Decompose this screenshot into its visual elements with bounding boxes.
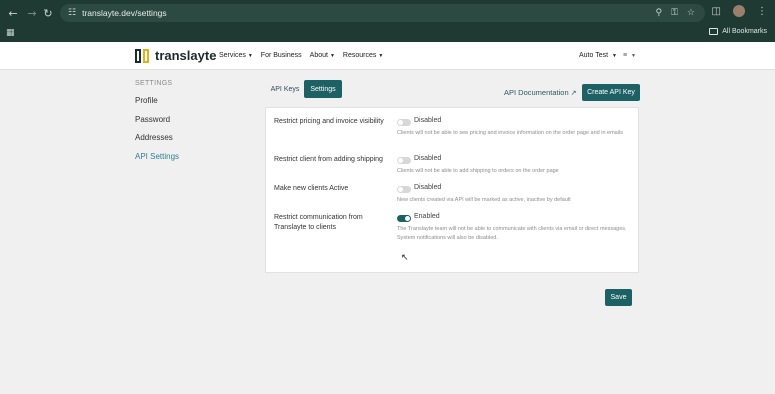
setting-description: Clients will not be able to see pricing … (397, 130, 623, 136)
external-link-icon: ↗ (570, 88, 577, 97)
settings-card: Restrict pricing and invoice visibility … (265, 107, 639, 306)
top-nav: Services ▼ For Business About ▼ Resources ▼ (219, 52, 383, 59)
setting-label: Restrict client from adding shipping (274, 156, 383, 163)
setting-description: New clients created via API will be mark… (397, 197, 571, 203)
reload-icon[interactable]: ↻ (40, 5, 56, 21)
nav-resources[interactable]: Resources ▼ (343, 52, 383, 59)
language-menu[interactable]: ≡ ▼ (623, 52, 636, 59)
sidebar-item-password[interactable]: Password (135, 115, 179, 124)
toggle-new-clients-active[interactable] (397, 186, 411, 193)
toggle-restrict-communication[interactable] (397, 215, 411, 222)
chevron-down-icon: ▼ (247, 53, 253, 59)
setting-status: Disabled (414, 117, 442, 124)
more-menu-icon[interactable]: ⋮ (757, 6, 767, 17)
forward-icon[interactable]: → (24, 5, 40, 21)
all-bookmarks-label: All Bookmarks (722, 28, 767, 35)
site-settings-icon[interactable]: ☷ (68, 8, 76, 18)
nav-about[interactable]: About ▼ (310, 52, 335, 59)
user-name: Auto Test (579, 52, 609, 59)
setting-status: Enabled (414, 213, 440, 220)
back-icon[interactable]: ← (5, 5, 21, 21)
chevron-down-icon: ▼ (631, 53, 636, 59)
browser-toolbar: ← → ↻ ☷ translayte.dev/settings ⚲ ⚿ ☆ ◫ … (0, 0, 775, 26)
sidebar-heading: SETTINGS (135, 80, 173, 87)
url-text[interactable]: translayte.dev/settings (82, 8, 167, 18)
language-icon: ≡ (623, 52, 628, 59)
save-button[interactable]: Save (605, 289, 632, 306)
settings-sidebar: SETTINGS Profile Password Addresses API … (135, 80, 179, 170)
api-documentation-link[interactable]: API Documentation ↗ (504, 88, 577, 97)
address-bar[interactable]: ☷ translayte.dev/settings ⚲ ⚿ ☆ (60, 4, 705, 22)
setting-description: Clients will not be able to add shipping… (397, 168, 559, 174)
logo-mark-icon (135, 48, 149, 63)
password-key-icon[interactable]: ⚿ (671, 8, 678, 18)
tab-api-keys[interactable]: API Keys (266, 80, 304, 98)
setting-description: The Translayte team will not be able to … (397, 226, 627, 241)
tab-settings[interactable]: Settings (304, 80, 342, 98)
sidebar-item-addresses[interactable]: Addresses (135, 133, 179, 142)
api-documentation-label: API Documentation (504, 88, 569, 97)
setting-status: Disabled (414, 155, 442, 162)
setting-label: Make new clients Active (274, 185, 349, 192)
apps-grid-icon[interactable]: ▦ (6, 28, 15, 38)
setting-label: Restrict pricing and invoice visibility (274, 118, 384, 125)
site-header: translayte Services ▼ For Business About ▼… (0, 42, 775, 70)
create-api-key-button[interactable]: Create API Key (582, 84, 640, 101)
folder-icon (709, 28, 719, 35)
mouse-pointer-icon: ↖ (401, 253, 409, 263)
setting-label: Restrict communication from Translayte t… (274, 214, 363, 231)
chevron-down-icon: ▼ (329, 53, 335, 59)
toggle-restrict-pricing[interactable] (397, 119, 411, 126)
all-bookmarks-button[interactable]: All Bookmarks (709, 28, 767, 35)
profile-avatar[interactable] (733, 5, 745, 17)
chevron-down-icon: ▼ (612, 53, 617, 59)
user-menu[interactable]: Auto Test ▼ (579, 52, 617, 59)
toggle-restrict-shipping[interactable] (397, 157, 411, 164)
nav-services[interactable]: Services ▼ (219, 52, 253, 59)
nav-for-business[interactable]: For Business (261, 52, 302, 59)
bookmarks-bar: ▦ All Bookmarks (0, 26, 775, 42)
setting-status: Disabled (414, 184, 442, 191)
zoom-icon[interactable]: ⚲ (655, 8, 662, 18)
logo[interactable]: translayte (135, 48, 216, 63)
logo-text: translayte (155, 48, 217, 63)
sidebar-item-profile[interactable]: Profile (135, 96, 179, 105)
extensions-icon[interactable]: ◫ (712, 6, 721, 17)
sidebar-item-api-settings[interactable]: API Settings (135, 152, 179, 161)
bookmark-star-icon[interactable]: ☆ (687, 8, 695, 18)
chevron-down-icon: ▼ (378, 53, 384, 59)
page: translayte Services ▼ For Business About ▼… (0, 42, 775, 394)
